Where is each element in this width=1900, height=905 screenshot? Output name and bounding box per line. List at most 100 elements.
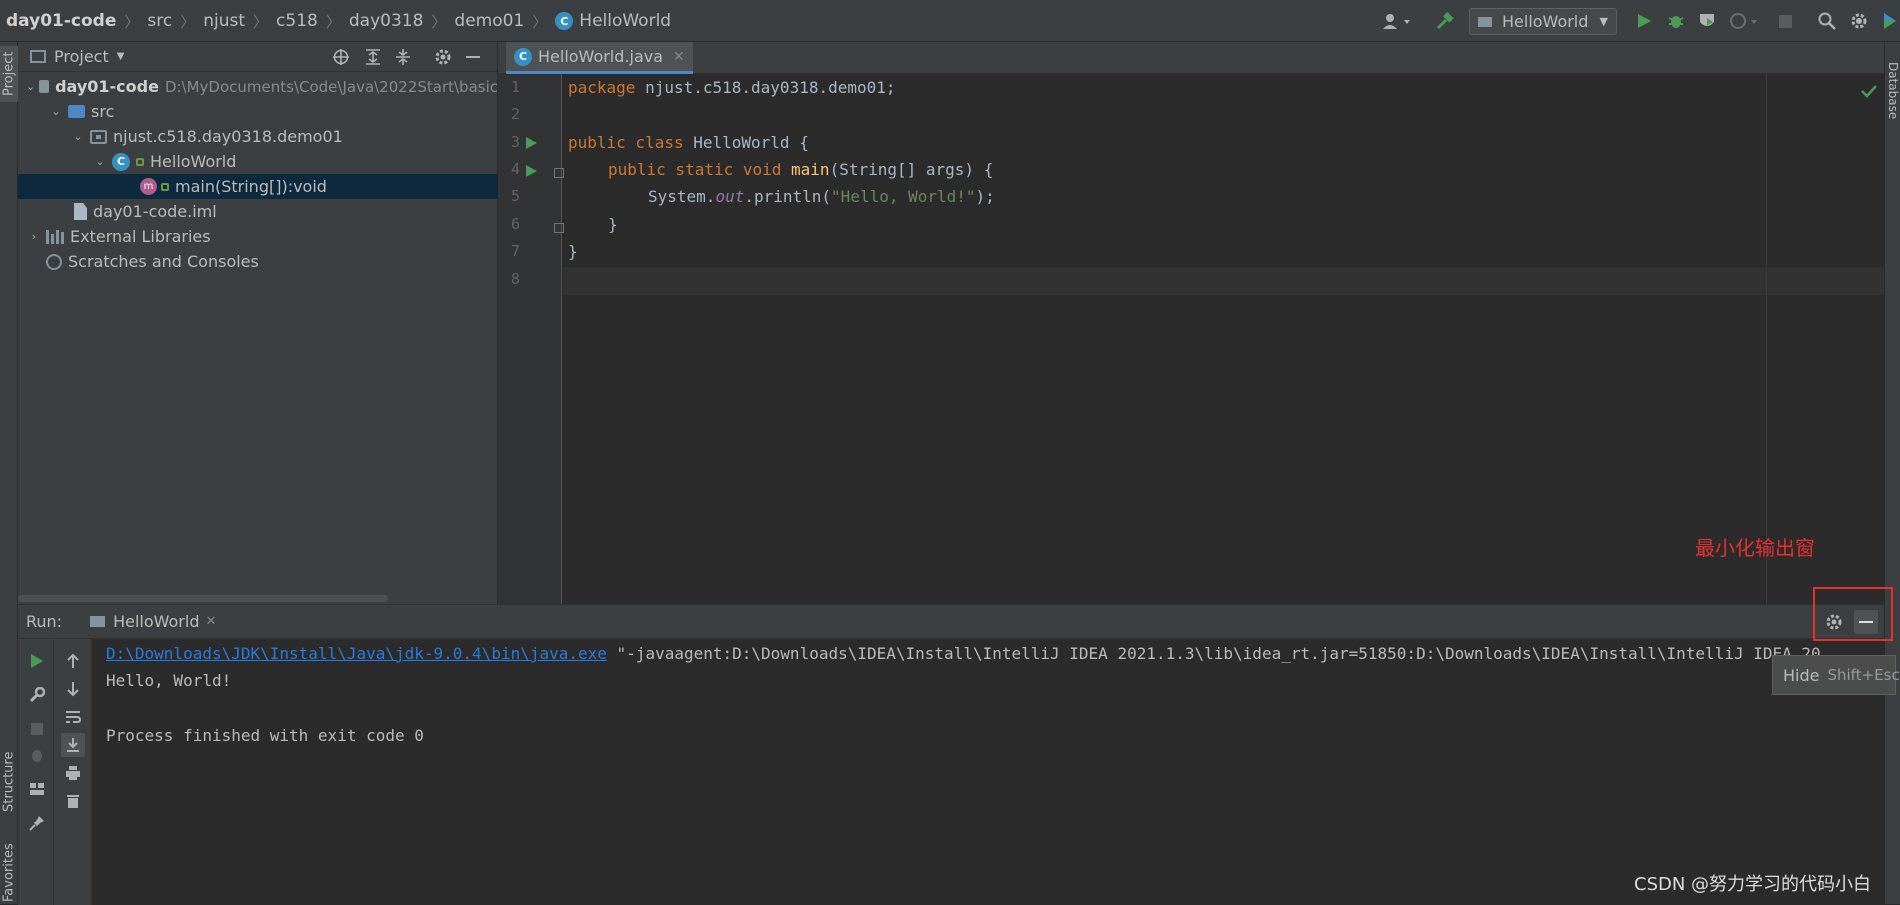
lock-icon bbox=[136, 157, 144, 166]
code-line: } bbox=[608, 211, 618, 238]
breadcrumb: day01-code 〉 src 〉 njust 〉 c518 〉 day0318 〉 d… bbox=[6, 0, 671, 42]
code-token: .println( bbox=[744, 187, 832, 206]
locate-icon[interactable] bbox=[332, 48, 350, 66]
favorites-tool-tab[interactable]: Favorites bbox=[0, 842, 18, 904]
scroll-to-end-icon[interactable] bbox=[61, 733, 85, 757]
breadcrumb-item[interactable]: day01-code bbox=[6, 11, 116, 31]
trash-icon[interactable] bbox=[63, 791, 83, 811]
checkmark-icon bbox=[1860, 82, 1878, 100]
breadcrumb-separator: 〉 bbox=[124, 12, 140, 31]
run-configuration-select[interactable]: HelloWorld ▼ bbox=[1469, 8, 1617, 35]
coverage-icon[interactable] bbox=[1696, 11, 1718, 31]
run-panel: Run: HelloWorld ✕ D:\Downloads\JDK\Insta… bbox=[18, 604, 1884, 905]
code-line: public class HelloWorld { bbox=[568, 129, 809, 156]
tree-item-method[interactable]: m main(String[]):void bbox=[18, 174, 498, 199]
package-icon bbox=[90, 129, 107, 144]
collapse-all-icon[interactable] bbox=[394, 48, 412, 66]
user-icon[interactable] bbox=[1380, 11, 1414, 31]
breadcrumb-separator: 〉 bbox=[431, 12, 447, 31]
chevron-down-icon[interactable]: ⌄ bbox=[70, 130, 86, 143]
stop-icon[interactable] bbox=[27, 719, 47, 739]
soft-wrap-icon[interactable] bbox=[63, 707, 83, 727]
structure-tool-label: Structure bbox=[1, 751, 17, 813]
tooltip-text: Hide bbox=[1783, 665, 1820, 685]
horizontal-scrollbar[interactable] bbox=[18, 595, 388, 602]
run-icon[interactable] bbox=[1634, 11, 1654, 31]
tree-item-class[interactable]: ⌄ C HelloWorld bbox=[18, 149, 498, 174]
fold-icon[interactable] bbox=[554, 168, 564, 178]
arrow-up-icon[interactable] bbox=[63, 651, 83, 671]
run-gutter-icon[interactable] bbox=[526, 165, 537, 177]
pin-icon[interactable] bbox=[27, 813, 47, 833]
annotation-highlight-box bbox=[1813, 587, 1893, 641]
breadcrumb-item[interactable]: njust bbox=[203, 11, 245, 31]
code-token: } bbox=[568, 242, 578, 261]
gear-icon[interactable] bbox=[1848, 11, 1870, 31]
arrow-down-icon[interactable] bbox=[63, 679, 83, 699]
rerun-icon[interactable] bbox=[27, 651, 47, 671]
breadcrumb-item[interactable]: demo01 bbox=[454, 11, 524, 31]
line-number: 6 bbox=[510, 215, 520, 233]
module-path: D:\MyDocuments\Code\Java\2022Start\basic bbox=[164, 77, 498, 96]
structure-tool-tab[interactable]: Structure bbox=[0, 742, 18, 822]
chevron-down-icon[interactable]: ⌄ bbox=[26, 80, 35, 93]
minimize-icon[interactable] bbox=[464, 48, 482, 66]
project-panel-title[interactable]: Project bbox=[54, 47, 109, 66]
breadcrumb-separator: 〉 bbox=[532, 12, 548, 31]
breadcrumb-item[interactable]: c518 bbox=[276, 11, 318, 31]
project-panel-header: Project ▼ bbox=[18, 42, 497, 72]
favorites-tool-label: Favorites bbox=[1, 843, 17, 903]
code-token: main bbox=[791, 160, 830, 179]
build-hammer-icon[interactable] bbox=[1434, 11, 1456, 31]
current-line-highlight bbox=[563, 267, 1884, 295]
tree-item-package[interactable]: ⌄ njust.c518.day0318.demo01 bbox=[18, 124, 498, 149]
breadcrumb-item[interactable]: src bbox=[147, 11, 172, 31]
debug-icon[interactable] bbox=[1665, 11, 1687, 31]
breadcrumb-class[interactable]: C HelloWorld bbox=[555, 11, 671, 31]
profile-icon[interactable] bbox=[1728, 11, 1762, 31]
tree-item-label: main(String[]):void bbox=[175, 177, 327, 196]
line-number: 3 bbox=[510, 133, 520, 151]
dump-threads-icon[interactable] bbox=[27, 745, 47, 765]
run-configuration-label: HelloWorld bbox=[1502, 12, 1589, 31]
database-tool-tab[interactable]: Database bbox=[1885, 46, 1900, 136]
class-icon: C bbox=[514, 47, 532, 66]
tree-item-iml[interactable]: day01-code.iml bbox=[18, 199, 498, 224]
watermark: CSDN @努力学习的代码小白 bbox=[1634, 874, 1872, 895]
tree-item-label: Scratches and Consoles bbox=[68, 252, 259, 271]
project-tool-tab[interactable]: Project bbox=[0, 46, 18, 102]
run-tab-helloworld[interactable]: HelloWorld ✕ bbox=[84, 605, 222, 639]
breadcrumb-item[interactable]: day0318 bbox=[349, 11, 424, 31]
tree-item-src[interactable]: ⌄ src bbox=[18, 99, 498, 124]
chevron-down-icon[interactable]: ⌄ bbox=[48, 105, 64, 118]
tree-item-module[interactable]: ⌄ day01-code D:\MyDocuments\Code\Java\20… bbox=[18, 74, 498, 99]
editor-tab-bar: C HelloWorld.java ✕ bbox=[498, 42, 1884, 74]
tree-item-libraries[interactable]: › External Libraries bbox=[18, 224, 498, 249]
console-text: "-javaagent:D:\Downloads\IDEA\Install\In… bbox=[606, 644, 1821, 663]
layout-icon[interactable] bbox=[27, 779, 47, 799]
print-icon[interactable] bbox=[63, 763, 83, 783]
java-path-link[interactable]: D:\Downloads\JDK\Install\Java\jdk-9.0.4\… bbox=[106, 644, 607, 663]
tree-item-scratches[interactable]: Scratches and Consoles bbox=[18, 249, 498, 274]
fold-icon[interactable] bbox=[554, 223, 564, 233]
run-toolbar-secondary bbox=[54, 639, 92, 905]
search-icon[interactable] bbox=[1816, 11, 1838, 31]
chevron-down-icon[interactable]: ▼ bbox=[117, 51, 125, 62]
gear-icon[interactable] bbox=[434, 48, 452, 66]
chevron-down-icon[interactable]: ⌄ bbox=[92, 155, 108, 168]
expand-all-icon[interactable] bbox=[364, 48, 382, 66]
hide-tooltip: Hide Shift+Esc bbox=[1772, 655, 1900, 695]
close-icon[interactable]: ✕ bbox=[205, 614, 216, 629]
close-icon[interactable]: ✕ bbox=[673, 49, 685, 65]
tab-helloworld-java[interactable]: C HelloWorld.java ✕ bbox=[506, 42, 693, 74]
code-line: package njust.c518.day0318.demo01; bbox=[568, 74, 896, 101]
breadcrumb-separator: 〉 bbox=[180, 12, 196, 31]
plugin-icon[interactable] bbox=[1880, 11, 1900, 31]
stop-icon[interactable] bbox=[1776, 12, 1794, 30]
chevron-right-icon[interactable]: › bbox=[26, 230, 42, 243]
run-gutter-icon[interactable] bbox=[526, 137, 537, 149]
scratches-icon bbox=[46, 253, 62, 270]
code-token: njust.c518.day0318.demo01; bbox=[635, 78, 896, 97]
wrench-icon[interactable] bbox=[27, 685, 47, 705]
run-panel-header: Run: HelloWorld ✕ bbox=[18, 605, 1884, 639]
